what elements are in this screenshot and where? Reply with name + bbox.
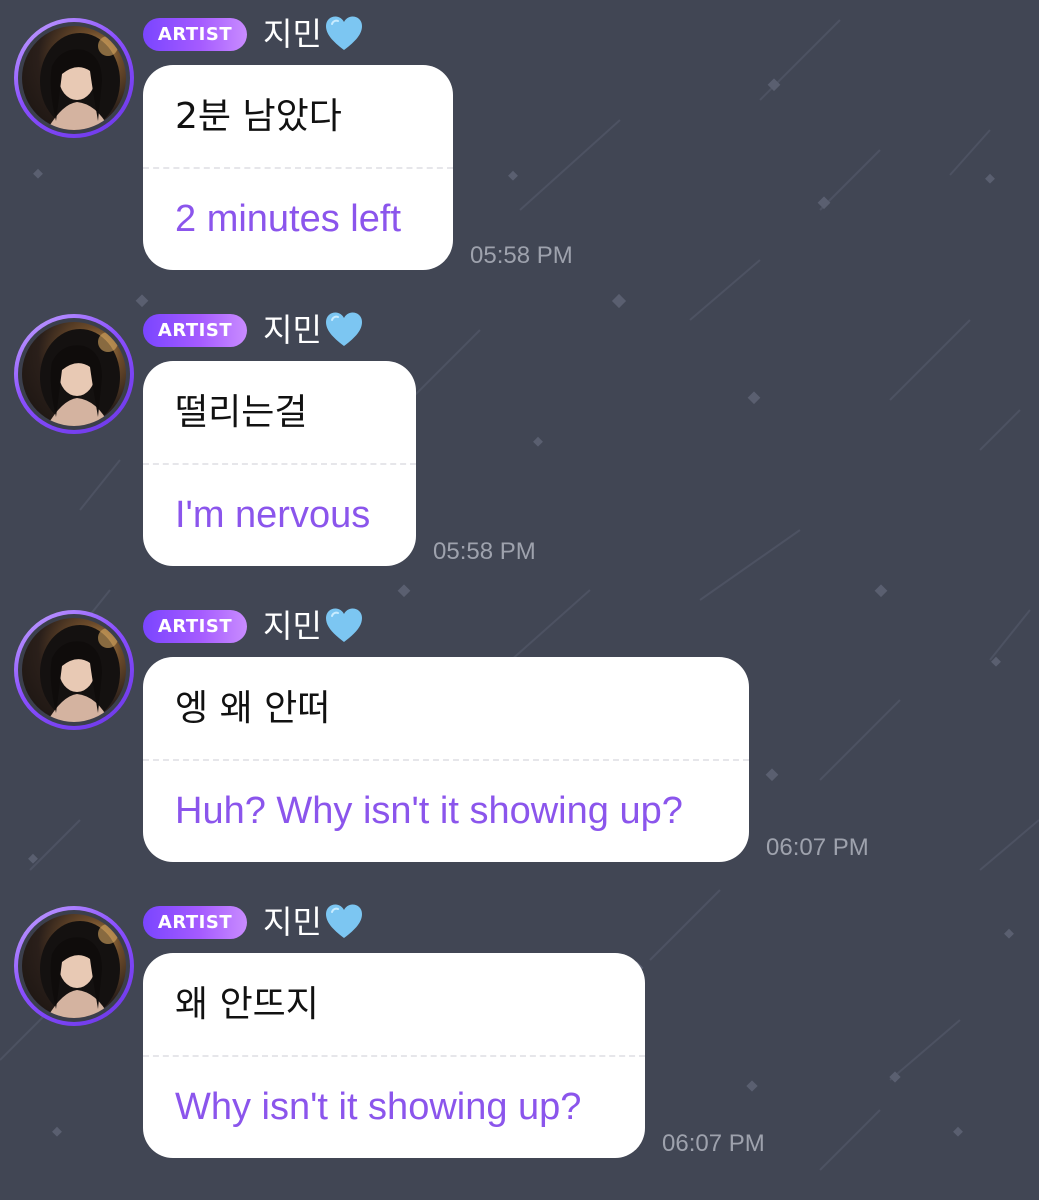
light-blue-heart-icon [325,312,362,346]
profile-photo [22,322,126,426]
message-original-text: 엥 왜 안떠 [175,688,331,729]
message-timestamp: 05:58 PM [470,242,573,269]
artist-badge: ARTIST [143,906,247,939]
light-blue-heart-icon [325,608,362,642]
sender-name-text: 지민 [263,903,322,941]
bubble-divider [143,1055,645,1057]
message-original-text: 왜 안뜨지 [175,984,319,1025]
artist-badge: ARTIST [143,18,247,51]
message-original-text: 2분 남았다 [175,96,342,137]
chat-message[interactable]: ARTIST 지민 떨리는걸 I'm nervous 05:58 PM [0,296,1039,592]
message-bubble[interactable]: 2분 남았다 2 minutes left [143,65,453,270]
message-translation-text: Huh? Why isn't it showing up? [175,790,683,832]
bubble-divider [143,167,453,169]
chat-message[interactable]: ARTIST 지민 왜 안뜨지 Why isn't it showing up?… [0,888,1039,1184]
message-bubble[interactable]: 떨리는걸 I'm nervous [143,361,416,566]
avatar[interactable] [14,314,134,434]
message-timestamp: 06:07 PM [662,1130,765,1157]
chat-message[interactable]: ARTIST 지민 엥 왜 안떠 Huh? Why isn't it showi… [0,592,1039,888]
message-translation-text: Why isn't it showing up? [175,1086,582,1128]
message-translation-text: 2 minutes left [175,198,401,240]
artist-badge: ARTIST [143,610,247,643]
profile-photo [22,26,126,130]
sender-name-text: 지민 [263,607,322,645]
profile-photo [22,618,126,722]
artist-badge: ARTIST [143,314,247,347]
avatar[interactable] [14,610,134,730]
light-blue-heart-icon [325,904,362,938]
sender-name-text: 지민 [263,311,322,349]
avatar[interactable] [14,906,134,1026]
message-bubble[interactable]: 엥 왜 안떠 Huh? Why isn't it showing up? [143,657,749,862]
sender-name[interactable]: 지민 [263,12,364,56]
message-timestamp: 06:07 PM [766,834,869,861]
bubble-divider [143,463,416,465]
message-timestamp: 05:58 PM [433,538,536,565]
bubble-divider [143,759,749,761]
sender-name[interactable]: 지민 [263,308,364,352]
profile-photo [22,914,126,1018]
chat-message[interactable]: ARTIST 지민 2분 남았다 2 minutes left 05:58 PM [0,0,1039,296]
sender-name[interactable]: 지민 [263,900,364,944]
message-bubble[interactable]: 왜 안뜨지 Why isn't it showing up? [143,953,645,1158]
message-original-text: 떨리는걸 [175,392,308,433]
message-translation-text: I'm nervous [175,494,371,536]
sender-name[interactable]: 지민 [263,604,364,648]
avatar[interactable] [14,18,134,138]
light-blue-heart-icon [325,16,362,50]
sender-name-text: 지민 [263,15,322,53]
